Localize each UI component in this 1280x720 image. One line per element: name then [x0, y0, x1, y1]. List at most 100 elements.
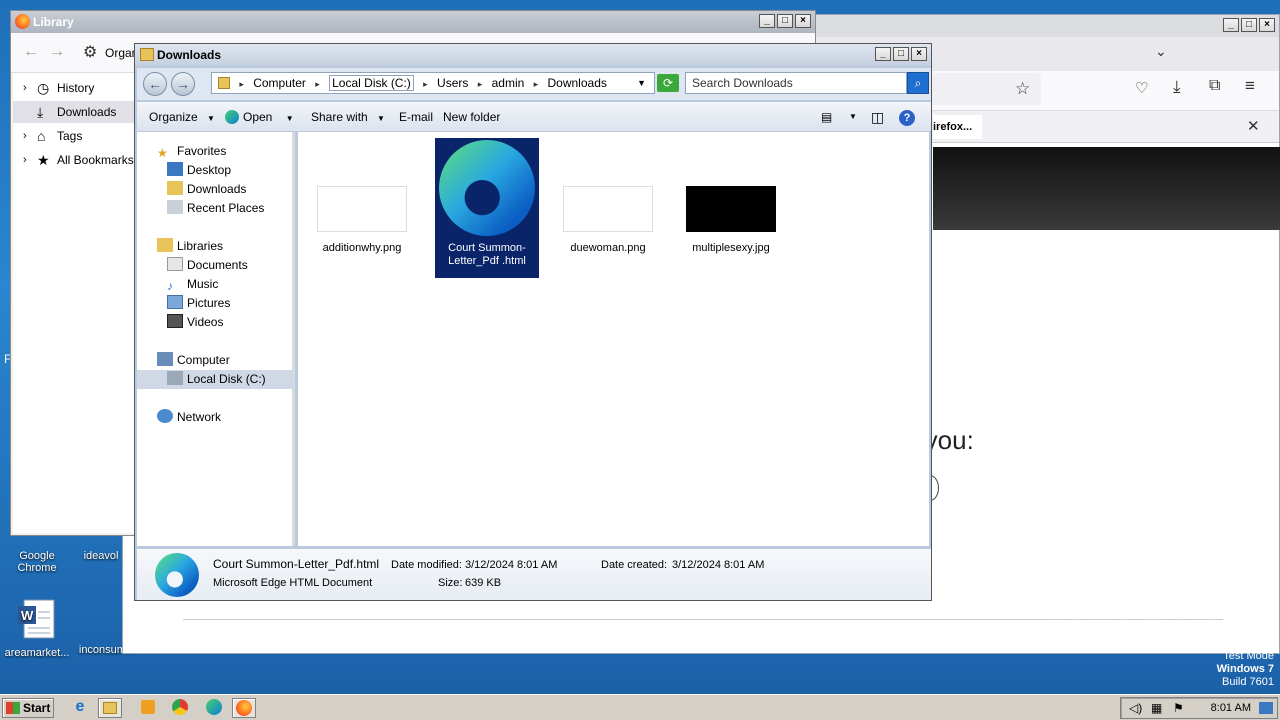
- breadcrumb-admin[interactable]: admin: [492, 76, 525, 90]
- close-button[interactable]: ×: [1259, 18, 1275, 32]
- nav-label: Computer: [177, 353, 230, 367]
- breadcrumb-local-disk[interactable]: Local Disk (C:): [329, 75, 414, 91]
- navigation-pane: ★ Favorites Desktop Downloads Recent Plac…: [137, 132, 295, 546]
- start-button[interactable]: Start: [2, 698, 54, 718]
- back-arrow-icon[interactable]: ←: [23, 43, 39, 61]
- chevron-right-icon[interactable]: ›: [23, 149, 27, 171]
- nav-item-music[interactable]: ♪ Music: [137, 275, 293, 294]
- details-modified-label: Date modified:: [391, 559, 462, 571]
- firefox-taskbar-icon[interactable]: [232, 698, 256, 718]
- minimize-button[interactable]: _: [1223, 18, 1239, 32]
- network-tray-icon[interactable]: ▦: [1151, 701, 1162, 715]
- chevron-down-icon[interactable]: ⌄: [1155, 43, 1167, 60]
- nav-item-downloads[interactable]: Downloads: [137, 180, 293, 199]
- file-item-selected[interactable]: Court Summon-Letter_Pdf .html: [435, 138, 539, 278]
- nav-item-network[interactable]: Network: [137, 408, 293, 427]
- sidebar-item-downloads[interactable]: ⤓ Downloads: [13, 101, 137, 123]
- sidebar-item-tags[interactable]: › ⌂ Tags: [13, 125, 137, 147]
- address-bar[interactable]: ▸ Computer ▸ Local Disk (C:) ▸ Users ▸ a…: [211, 72, 655, 94]
- chevron-icon[interactable]: ▸: [534, 79, 539, 89]
- maximize-button[interactable]: □: [893, 47, 909, 61]
- close-button[interactable]: ×: [795, 14, 811, 28]
- show-desktop-icon[interactable]: [1259, 702, 1273, 714]
- watermark-line: Windows 7: [1216, 663, 1274, 675]
- pocket-icon[interactable]: ♡: [1135, 79, 1148, 97]
- close-button[interactable]: ×: [911, 47, 927, 61]
- dropdown-arrow-icon[interactable]: ▼: [637, 73, 646, 93]
- sidebar-item-all-bookmarks[interactable]: › ★ All Bookmarks: [13, 149, 137, 171]
- library-title: Library: [33, 15, 74, 29]
- nav-item-computer[interactable]: Computer: [137, 351, 293, 370]
- edge-taskbar-icon[interactable]: [202, 698, 226, 718]
- maximize-button[interactable]: □: [777, 14, 793, 28]
- forward-arrow-icon[interactable]: →: [49, 43, 65, 61]
- details-created-value: 3/12/2024 8:01 AM: [672, 559, 765, 571]
- gear-icon[interactable]: ⚙: [83, 42, 97, 62]
- help-icon[interactable]: ?: [899, 102, 915, 132]
- watermark-line: Build 7601: [1222, 676, 1274, 688]
- media-player-icon[interactable]: [136, 698, 160, 718]
- chevron-icon[interactable]: ▸: [478, 79, 483, 89]
- chevron-icon[interactable]: ▸: [423, 79, 428, 89]
- ie-icon[interactable]: e: [68, 698, 92, 718]
- back-button[interactable]: ←: [143, 72, 167, 96]
- anyrun-watermark: ANY RUN: [1040, 612, 1236, 656]
- preview-pane-icon[interactable]: ◫: [871, 102, 884, 132]
- forward-button[interactable]: →: [171, 72, 195, 96]
- breadcrumb-users[interactable]: Users: [437, 76, 468, 90]
- clock[interactable]: 8:01 AM: [1211, 702, 1251, 714]
- maximize-button[interactable]: □: [1241, 18, 1257, 32]
- minimize-button[interactable]: _: [759, 14, 775, 28]
- dropdown-arrow-icon[interactable]: ▼: [849, 102, 857, 132]
- chevron-icon[interactable]: ▸: [315, 79, 320, 89]
- organize-button[interactable]: Organize ▼: [149, 102, 215, 132]
- nav-item-local-disk[interactable]: Local Disk (C:): [137, 370, 293, 389]
- breadcrumb-downloads[interactable]: Downloads: [548, 76, 607, 90]
- nav-label: Network: [177, 410, 222, 424]
- minimize-button[interactable]: _: [875, 47, 891, 61]
- extensions-icon[interactable]: ⧉: [1209, 77, 1220, 95]
- library-sidebar: › ◷ History ⤓ Downloads › ⌂ Tags › ★ All…: [13, 73, 137, 533]
- folder-icon: [218, 77, 230, 89]
- chevron-right-icon[interactable]: ›: [23, 125, 27, 147]
- dropdown-arrow-icon: ▼: [207, 114, 215, 123]
- explorer-taskbar-icon[interactable]: [98, 698, 122, 718]
- volume-icon[interactable]: ◁): [1129, 701, 1142, 715]
- network-icon: [157, 409, 173, 423]
- view-options-icon[interactable]: ▤: [821, 102, 832, 132]
- clock-icon: ◷: [37, 80, 50, 96]
- open-button[interactable]: Open ▼: [225, 102, 294, 132]
- refresh-button[interactable]: ⟳: [657, 74, 679, 92]
- search-icon[interactable]: ⌕: [907, 72, 929, 94]
- chevron-icon[interactable]: ▸: [239, 79, 244, 89]
- notification-button[interactable]: irefox...: [933, 115, 983, 139]
- firefox-icon: [236, 700, 252, 716]
- watermark-line: Test Mode: [1223, 650, 1274, 662]
- nav-item-documents[interactable]: Documents: [137, 256, 293, 275]
- nav-item-recent-places[interactable]: Recent Places: [137, 199, 293, 218]
- nav-item-libraries[interactable]: Libraries: [137, 237, 293, 256]
- new-folder-button[interactable]: New folder: [443, 102, 500, 132]
- download-icon[interactable]: ⤓: [1173, 77, 1181, 97]
- nav-item-desktop[interactable]: Desktop: [137, 161, 293, 180]
- chrome-taskbar-icon[interactable]: [168, 698, 192, 718]
- file-item[interactable]: duewoman.png: [556, 186, 660, 255]
- nav-item-videos[interactable]: Videos: [137, 313, 293, 332]
- flag-icon[interactable]: ⚑: [1173, 701, 1184, 715]
- close-icon[interactable]: ✕: [1247, 117, 1260, 135]
- nav-item-pictures[interactable]: Pictures: [137, 294, 293, 313]
- breadcrumb-computer[interactable]: Computer: [253, 76, 306, 90]
- file-item[interactable]: multiplesexy.jpg: [679, 186, 783, 255]
- folder-icon: [167, 181, 183, 195]
- explorer-titlebar: Downloads _ □ ×: [135, 44, 931, 66]
- desktop-icon-areamarket[interactable]: W areamarket...: [0, 596, 74, 659]
- email-button[interactable]: E-mail: [399, 102, 433, 132]
- search-input[interactable]: Search Downloads: [685, 72, 907, 94]
- chevron-right-icon[interactable]: ›: [23, 77, 27, 99]
- menu-icon[interactable]: ≡: [1245, 76, 1255, 96]
- bookmark-star-icon[interactable]: ☆: [1015, 79, 1030, 99]
- file-item[interactable]: additionwhy.png: [310, 186, 414, 255]
- nav-item-favorites[interactable]: ★ Favorites: [137, 142, 293, 161]
- share-with-button[interactable]: Share with ▼: [311, 102, 385, 132]
- sidebar-item-history[interactable]: › ◷ History: [13, 77, 137, 99]
